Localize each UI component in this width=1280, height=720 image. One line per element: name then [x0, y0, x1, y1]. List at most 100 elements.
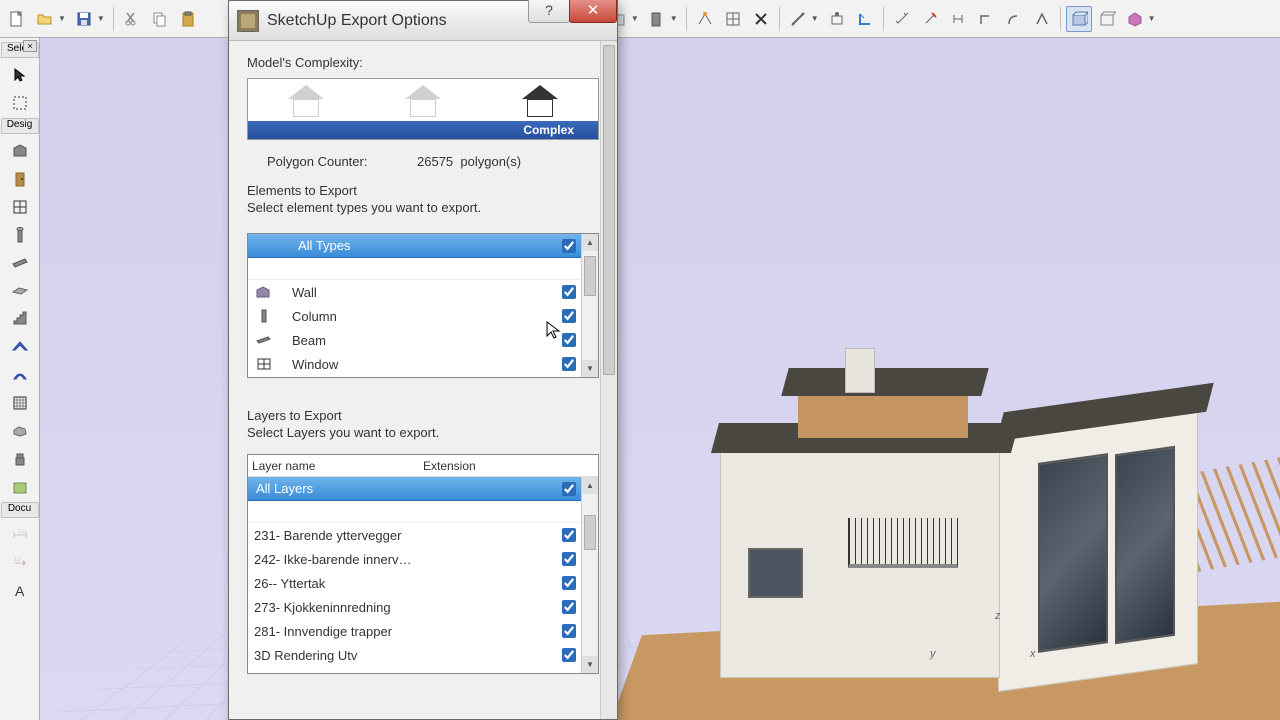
tool-10[interactable] — [945, 6, 971, 32]
polygon-unit: polygon(s) — [460, 154, 521, 169]
layers-scrollbar[interactable]: ▲ ▼ — [581, 477, 598, 673]
wall-checkbox[interactable] — [562, 285, 576, 299]
tool-16[interactable] — [1122, 6, 1148, 32]
all-types-label: All Types — [298, 238, 351, 253]
open-file-button[interactable] — [32, 6, 58, 32]
all-layers-label: All Layers — [256, 481, 313, 496]
beam-checkbox[interactable] — [562, 333, 576, 347]
layers-section-title: Layers to Export — [247, 408, 599, 423]
layer-row-1[interactable]: 242- Ikke-barende innerv… — [248, 547, 598, 571]
layers-section-subtitle: Select Layers you want to export. — [247, 425, 599, 440]
left-tab-design[interactable]: Desig — [1, 118, 39, 134]
wall-tool-icon[interactable] — [6, 138, 34, 164]
level-tool-icon[interactable]: 12 — [6, 550, 34, 576]
save-dropdown-icon[interactable]: ▼ — [97, 14, 108, 23]
tool-8[interactable] — [889, 6, 915, 32]
window-icon — [254, 356, 274, 372]
tool-15[interactable] — [1094, 6, 1120, 32]
window-tool-icon[interactable] — [6, 194, 34, 220]
help-button[interactable]: ? — [528, 0, 570, 23]
layer-checkbox-5[interactable] — [562, 648, 576, 662]
tool-2[interactable] — [644, 6, 670, 32]
scroll-down-icon[interactable]: ▼ — [582, 656, 598, 673]
layer-checkbox-4[interactable] — [562, 624, 576, 638]
tool-11[interactable] — [973, 6, 999, 32]
save-button[interactable] — [71, 6, 97, 32]
layer-checkbox-2[interactable] — [562, 576, 576, 590]
new-file-button[interactable] — [4, 6, 30, 32]
dialog-titlebar[interactable]: SketchUp Export Options ? ✕ — [229, 1, 617, 41]
door-tool-icon[interactable] — [6, 166, 34, 192]
viewport-3d[interactable]: y x z — [40, 38, 1280, 720]
morph-tool-icon[interactable] — [6, 418, 34, 444]
elements-scrollbar[interactable]: ▲ ▼ — [581, 234, 598, 377]
scroll-thumb[interactable] — [584, 515, 596, 550]
roof-tool-icon[interactable] — [6, 334, 34, 360]
tool-2-dropdown[interactable]: ▼ — [670, 14, 681, 23]
tool-6[interactable] — [824, 6, 850, 32]
text-tool-icon[interactable]: A — [6, 578, 34, 604]
element-row-wall[interactable]: Wall — [248, 280, 598, 304]
arrow-tool-icon[interactable] — [6, 62, 34, 88]
zone-tool-icon[interactable] — [6, 474, 34, 500]
element-row-column[interactable]: Column — [248, 304, 598, 328]
object-tool-icon[interactable] — [6, 446, 34, 472]
scroll-up-icon[interactable]: ▲ — [582, 234, 598, 251]
shell-tool-icon[interactable] — [6, 362, 34, 388]
col-layer-name: Layer name — [248, 459, 423, 473]
slab-tool-icon[interactable] — [6, 278, 34, 304]
tool-13[interactable] — [1029, 6, 1055, 32]
open-dropdown-icon[interactable]: ▼ — [58, 14, 69, 23]
svg-text:12: 12 — [18, 529, 25, 535]
column-checkbox[interactable] — [562, 309, 576, 323]
layer-checkbox-0[interactable] — [562, 528, 576, 542]
layer-checkbox-3[interactable] — [562, 600, 576, 614]
layer-checkbox-1[interactable] — [562, 552, 576, 566]
element-row-window[interactable]: Window — [248, 352, 598, 376]
all-types-checkbox[interactable] — [562, 239, 576, 253]
complexity-slider[interactable]: Complex — [247, 78, 599, 140]
svg-text:12: 12 — [14, 557, 21, 563]
scroll-up-icon[interactable]: ▲ — [582, 477, 598, 494]
dialog-scroll-thumb[interactable] — [603, 45, 615, 375]
layers-all-row[interactable]: All Layers — [248, 477, 598, 501]
svg-text:A: A — [15, 583, 25, 599]
scroll-thumb[interactable] — [584, 256, 596, 296]
tool-7[interactable] — [852, 6, 878, 32]
tool-1-dropdown[interactable]: ▼ — [631, 14, 642, 23]
layer-row-3[interactable]: 273- Kjokkeninnredning — [248, 595, 598, 619]
tool-9[interactable] — [917, 6, 943, 32]
measure-tool[interactable] — [785, 6, 811, 32]
marquee-tool-icon[interactable] — [6, 90, 34, 116]
tool-14-active[interactable] — [1066, 6, 1092, 32]
beam-tool-icon[interactable] — [6, 250, 34, 276]
tool-16-dropdown[interactable]: ▼ — [1148, 14, 1159, 23]
left-toolbar: × Selec Desig Docu 12 12 A — [0, 38, 40, 720]
cut-button[interactable] — [119, 6, 145, 32]
col-extension: Extension — [423, 459, 598, 473]
left-toolbar-close[interactable]: × — [23, 40, 37, 52]
layer-row-5[interactable]: 3D Rendering Utv — [248, 643, 598, 667]
all-layers-checkbox[interactable] — [562, 482, 576, 496]
paste-button[interactable] — [175, 6, 201, 32]
elements-all-types-row[interactable]: All Types — [248, 234, 598, 258]
close-button[interactable]: ✕ — [569, 0, 617, 23]
tool-4[interactable] — [720, 6, 746, 32]
measure-dropdown[interactable]: ▼ — [811, 14, 822, 23]
stair-tool-icon[interactable] — [6, 306, 34, 332]
left-tab-document[interactable]: Docu — [1, 502, 39, 518]
delete-icon[interactable] — [748, 6, 774, 32]
layer-row-2[interactable]: 26-- Yttertak — [248, 571, 598, 595]
scroll-down-icon[interactable]: ▼ — [582, 360, 598, 377]
copy-button[interactable] — [147, 6, 173, 32]
layer-row-0[interactable]: 231- Barende yttervegger — [248, 523, 598, 547]
element-row-beam[interactable]: Beam — [248, 328, 598, 352]
layer-row-4[interactable]: 281- Innvendige trapper — [248, 619, 598, 643]
column-tool-icon[interactable] — [6, 222, 34, 248]
window-checkbox[interactable] — [562, 357, 576, 371]
curtain-wall-tool-icon[interactable] — [6, 390, 34, 416]
dimension-tool-icon[interactable]: 12 — [6, 522, 34, 548]
dialog-scrollbar[interactable] — [600, 41, 617, 719]
tool-3[interactable] — [692, 6, 718, 32]
tool-12[interactable] — [1001, 6, 1027, 32]
